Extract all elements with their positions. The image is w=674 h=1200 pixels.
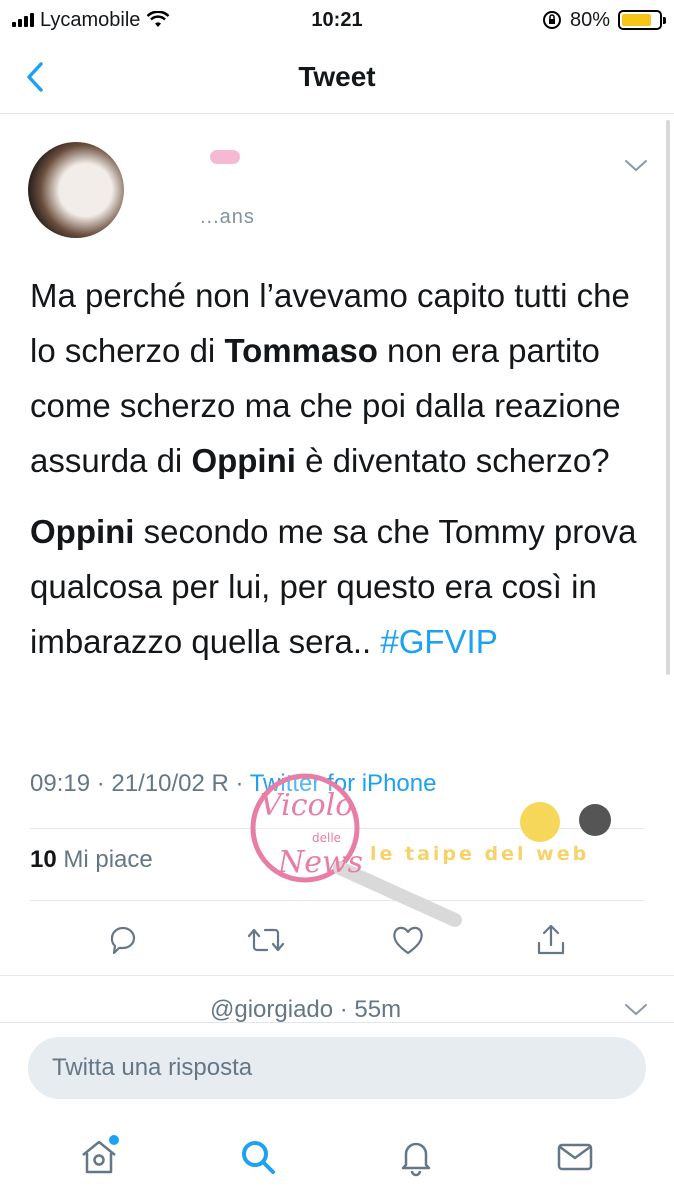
retweet-button[interactable]	[246, 920, 286, 960]
back-button[interactable]	[20, 58, 50, 96]
tweet-menu-button[interactable]	[622, 152, 650, 180]
search-icon	[241, 1141, 275, 1174]
reply-input[interactable]	[28, 1037, 646, 1099]
signal-icon	[12, 13, 34, 27]
battery-icon	[618, 10, 666, 30]
navigation-bar: Tweet	[0, 40, 674, 114]
like-button[interactable]	[388, 920, 428, 960]
chevron-left-icon	[27, 62, 43, 92]
share-icon	[537, 924, 564, 955]
reply-icon	[111, 926, 136, 955]
tweet-paragraph-2: Oppini secondo me sa che Tommy prova qua…	[30, 504, 650, 669]
watermark-text-4: le taipe del web	[370, 843, 589, 865]
divider	[30, 828, 644, 829]
divider	[30, 900, 644, 901]
retweet-icon	[247, 928, 284, 952]
avatar[interactable]	[28, 142, 124, 238]
next-tweet-preview[interactable]: @giorgiado · 55m	[210, 996, 401, 1024]
author-emoji	[210, 150, 240, 164]
chevron-down-icon	[625, 1004, 647, 1016]
source-link[interactable]: Twitter for iPhone	[250, 770, 437, 797]
carrier-label: Lycamobile	[40, 8, 141, 31]
tab-notifications[interactable]	[392, 1133, 440, 1181]
bold-text: Tommaso	[224, 332, 378, 369]
chevron-down-icon	[625, 160, 647, 172]
tweet-header: ...ans	[0, 130, 674, 240]
like-icon	[393, 926, 423, 955]
hashtag-link[interactable]: #GFVIP	[380, 623, 497, 660]
text-run: è diventato scherzo?	[295, 442, 610, 479]
bold-text: Oppini	[30, 513, 135, 550]
likes-count[interactable]: 10 Mi piace	[30, 846, 153, 874]
reply-bar	[0, 1022, 674, 1114]
tweet-paragraph-1: Ma perché non l’avevamo capito tutti che…	[30, 268, 650, 488]
battery-fill	[622, 14, 651, 26]
messages-icon	[557, 1143, 592, 1171]
tab-bar	[0, 1114, 674, 1200]
status-left: Lycamobile	[12, 9, 542, 32]
status-bar: Lycamobile 10:21 80%	[0, 0, 674, 40]
battery-percent: 80%	[569, 8, 610, 31]
watermark-text-3: News	[277, 845, 363, 880]
next-tweet-menu-button[interactable]	[622, 1000, 650, 1020]
likes-number: 10	[30, 846, 57, 873]
status-right: 80%	[542, 8, 666, 32]
bold-text: Oppini	[191, 442, 296, 479]
likes-label: Mi piace	[56, 846, 153, 873]
tab-search[interactable]	[234, 1133, 282, 1181]
tweet-timestamp: 09:19 · 21/10/02 R · Twitter for iPhone	[30, 770, 436, 798]
orientation-lock-icon	[542, 11, 561, 29]
tweet-actions	[0, 905, 674, 975]
share-button[interactable]	[531, 920, 571, 960]
tab-home[interactable]	[75, 1133, 123, 1181]
tweet-text: Ma perché non l’avevamo capito tutti che…	[30, 268, 650, 685]
divider	[0, 975, 674, 976]
wifi-icon	[147, 11, 170, 27]
watermark-text-2: delle	[312, 831, 341, 845]
tab-messages[interactable]	[551, 1133, 599, 1181]
notifications-icon	[402, 1142, 431, 1177]
page-title: Tweet	[298, 60, 376, 92]
reply-button[interactable]	[103, 920, 143, 960]
author-handle: ...ans	[200, 206, 255, 228]
timestamp-text: 09:19 · 21/10/02 R ·	[30, 770, 250, 797]
